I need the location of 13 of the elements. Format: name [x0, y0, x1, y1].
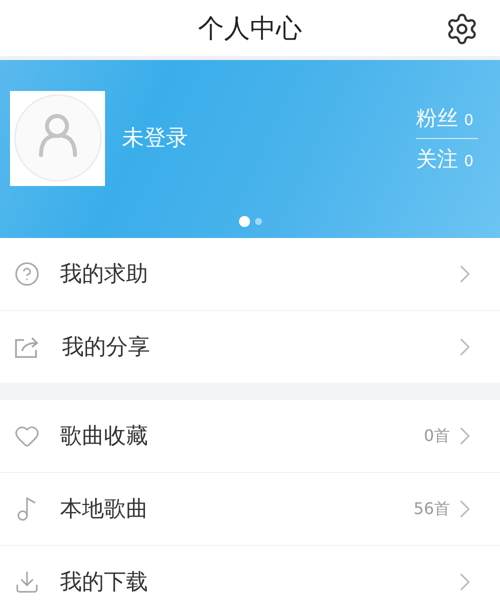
menu-item[interactable]: 本地歌曲 56首 — [0, 472, 500, 545]
download-icon — [14, 569, 40, 595]
stat-count: 0 — [464, 152, 474, 170]
page-dot[interactable] — [238, 216, 250, 227]
page-dot[interactable] — [254, 218, 262, 225]
user-icon — [12, 93, 102, 183]
stat-count: 0 — [464, 110, 474, 128]
help-icon — [14, 261, 40, 287]
menu-item[interactable]: 歌曲收藏 0首 — [0, 400, 500, 472]
menu-item[interactable]: 我的求助 — [0, 238, 500, 310]
menu-item[interactable]: 我的下载 — [0, 545, 500, 600]
avatar[interactable] — [10, 90, 105, 186]
page-title: 个人中心 — [198, 12, 302, 46]
